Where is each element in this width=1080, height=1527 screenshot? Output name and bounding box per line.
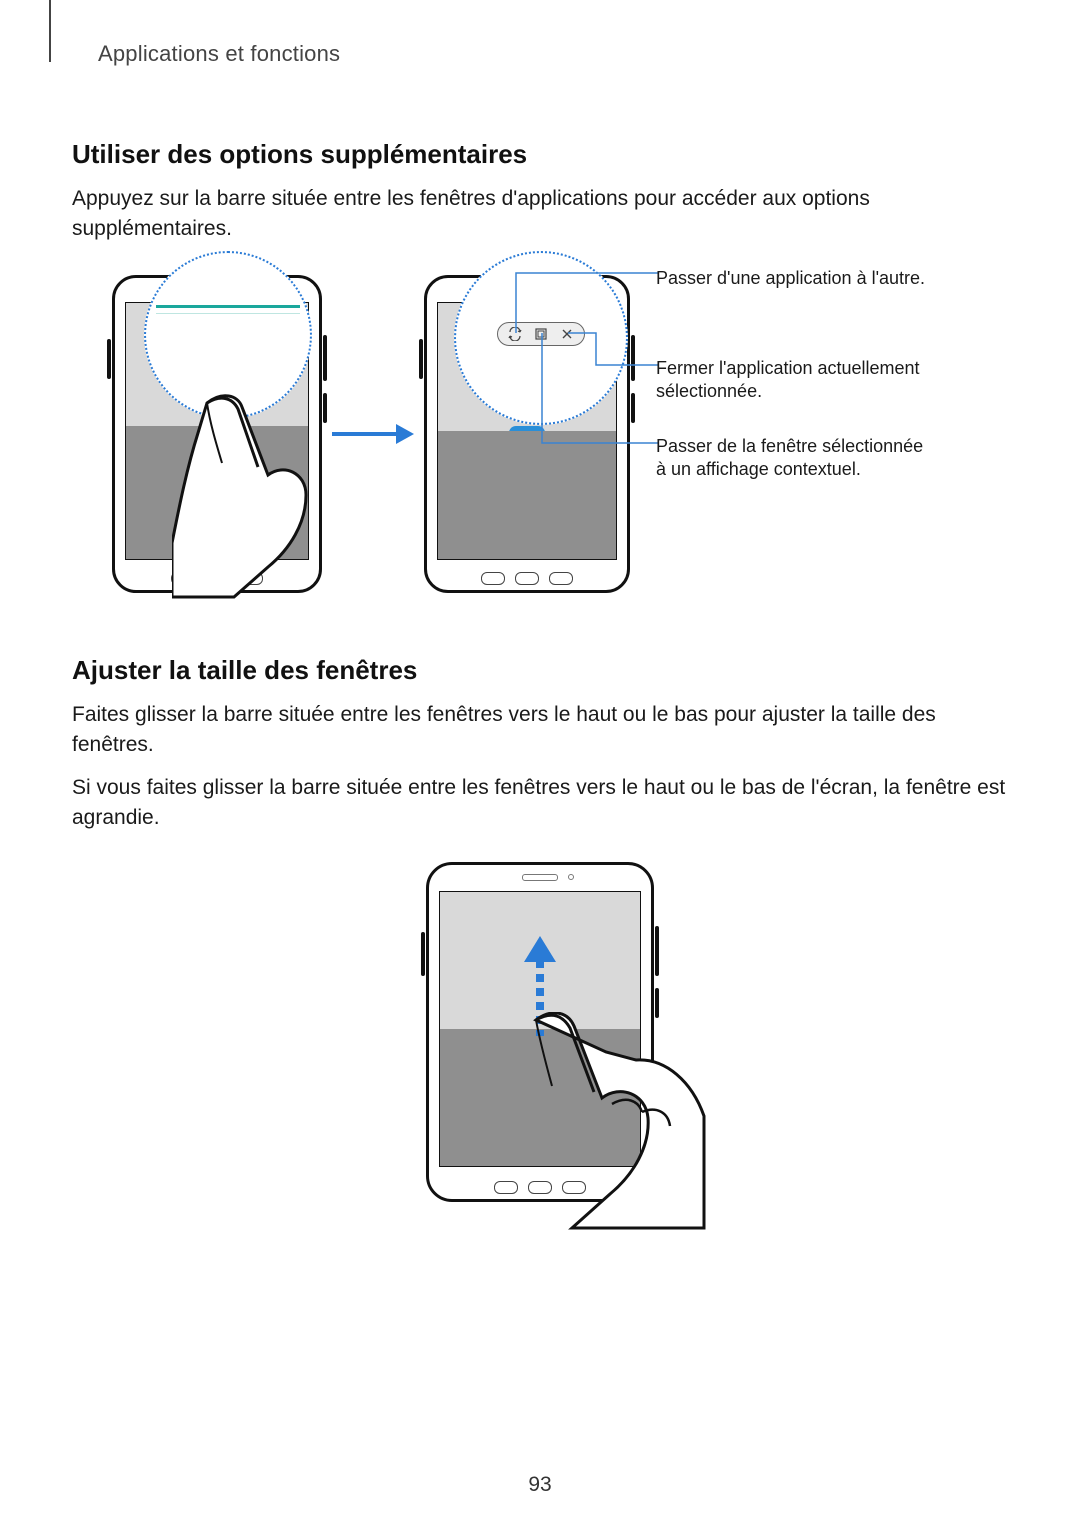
callout-swap: Passer d'une application à l'autre. (656, 267, 925, 290)
page-number: 93 (528, 1473, 551, 1497)
document-page: Applications et fonctions Utiliser des o… (0, 0, 1080, 1527)
header-rule (49, 0, 51, 62)
phone-side-button (631, 335, 635, 381)
section1-paragraph: Appuyez sur la barre située entre les fe… (72, 184, 1008, 245)
section2-paragraph-1: Faites glisser la barre située entre les… (72, 700, 1008, 761)
section2-paragraph-2: Si vous faites glisser la barre située e… (72, 773, 1008, 834)
phone-illustration-options (424, 275, 630, 593)
phone-side-button (323, 335, 327, 381)
callout-close: Fermer l'application actuellement sélect… (656, 357, 936, 404)
hand-tap-icon (172, 393, 342, 603)
figure-resize (72, 862, 1008, 1202)
callout-labels: Passer d'une application à l'autre. Ferm… (656, 275, 1008, 593)
phone-speaker (522, 874, 558, 881)
section-heading-options: Utiliser des options supplémentaires (72, 139, 1008, 170)
phone-illustration-drag (426, 862, 654, 1202)
phone-side-button (107, 339, 111, 379)
phone-side-button (419, 339, 423, 379)
hand-drag-icon (516, 1012, 706, 1232)
section-heading-resize: Ajuster la taille des fenêtres (72, 655, 1008, 686)
phone-side-button (421, 932, 425, 976)
callout-popup: Passer de la fenêtre sélectionnée à un a… (656, 435, 936, 482)
phone-side-button (631, 393, 635, 423)
leader-lines (424, 275, 630, 593)
phone-illustration-tap (112, 275, 322, 593)
split-bar-zoom (156, 305, 300, 308)
phone-side-button (655, 926, 659, 976)
arrow-right-icon (330, 420, 416, 448)
breadcrumb: Applications et fonctions (98, 41, 1008, 67)
phone-camera-dot (568, 874, 574, 880)
figure-options-row: Passer d'une application à l'autre. Ferm… (72, 275, 1008, 593)
